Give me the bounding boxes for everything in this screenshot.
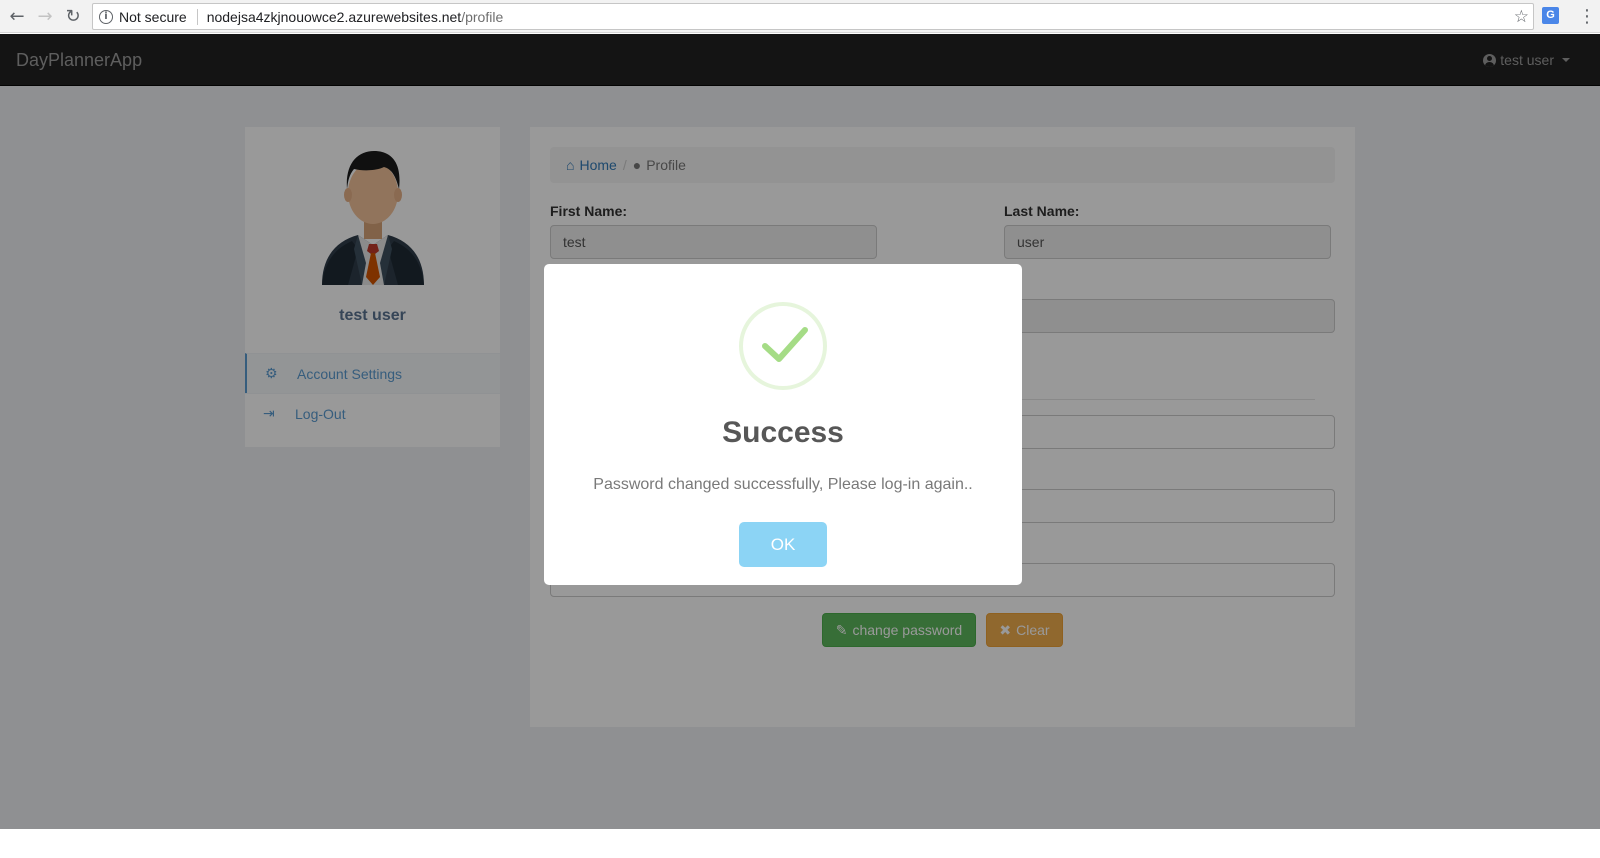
forward-icon[interactable]: → [34,5,56,27]
dialog-title: Success [722,416,844,449]
browser-toolbar: ← → ↻ i Not secure nodejsa4zkjnouowce2.a… [0,0,1600,33]
dialog-message: Password changed successfully, Please lo… [593,476,973,493]
reload-icon[interactable]: ↻ [62,5,84,27]
translate-icon[interactable]: G [1542,7,1559,24]
browser-menu-icon[interactable]: ⋮ [1578,6,1596,27]
security-label: Not secure [119,8,187,25]
back-icon[interactable]: ← [6,5,28,27]
bookmark-star-icon[interactable]: ☆ [1514,7,1529,27]
success-check-icon [739,302,827,390]
info-icon[interactable]: i [99,9,113,24]
address-divider [196,8,198,25]
url-path: /profile [461,8,504,25]
success-dialog: Success Password changed successfully, P… [544,264,1022,585]
url-host: nodejsa4zkjnouowce2.azurewebsites.net [206,8,462,25]
ok-button[interactable]: OK [739,522,827,567]
address-bar[interactable]: i Not secure nodejsa4zkjnouowce2.azurewe… [92,3,1534,30]
